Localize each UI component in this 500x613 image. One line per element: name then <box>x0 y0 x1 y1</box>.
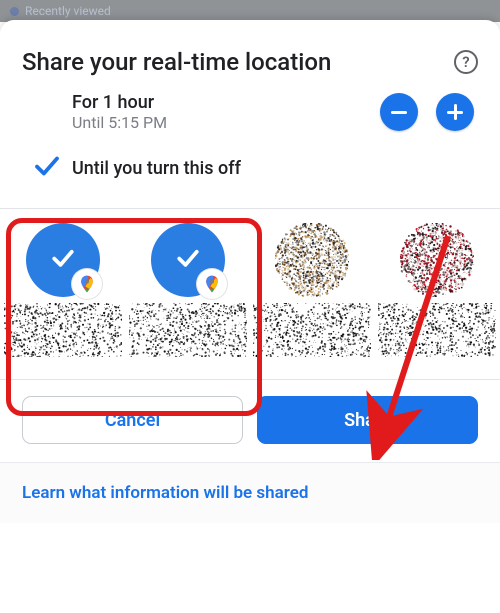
check-icon <box>32 151 62 185</box>
help-icon: ? <box>462 53 469 71</box>
duration-option-row[interactable]: For 1 hour Until 5:15 PM <box>0 84 500 140</box>
contact-item[interactable] <box>129 223 248 359</box>
recently-viewed-label: Recently viewed <box>25 4 111 18</box>
share-button[interactable]: Share <box>257 396 478 444</box>
help-button[interactable]: ? <box>454 50 478 74</box>
contact-name-redacted <box>253 303 372 359</box>
page-title: Share your real-time location <box>22 48 331 76</box>
share-button-label: Share <box>344 410 391 431</box>
cancel-button[interactable]: Cancel <box>22 396 243 444</box>
contacts-row <box>0 208 500 380</box>
obscured-background-bar: Recently viewed <box>0 0 500 22</box>
contact-item[interactable] <box>4 223 123 359</box>
check-icon <box>48 243 78 277</box>
cancel-button-label: Cancel <box>105 410 160 431</box>
google-maps-badge-icon <box>72 269 102 299</box>
duration-subtitle: Until 5:15 PM <box>72 113 380 132</box>
increase-duration-button[interactable] <box>436 93 474 131</box>
contact-name-redacted <box>378 303 497 359</box>
contact-name-redacted <box>129 303 248 359</box>
duration-title: For 1 hour <box>72 92 380 113</box>
contact-item[interactable] <box>253 223 372 359</box>
contact-avatar-redacted <box>275 223 349 297</box>
decrease-duration-button[interactable] <box>380 93 418 131</box>
google-maps-badge-icon <box>197 269 227 299</box>
map-pin-icon <box>10 7 19 16</box>
until-off-option-row[interactable]: Until you turn this off <box>0 140 500 196</box>
contact-item[interactable] <box>378 223 497 359</box>
until-off-label: Until you turn this off <box>72 158 478 179</box>
check-icon <box>173 243 203 277</box>
contact-name-redacted <box>4 303 123 359</box>
plus-icon-v <box>454 104 457 120</box>
learn-more-label: Learn what information will be shared <box>22 483 308 503</box>
contact-avatar-redacted <box>400 223 474 297</box>
learn-more-link[interactable]: Learn what information will be shared <box>0 462 500 523</box>
share-location-sheet: Share your real-time location ? For 1 ho… <box>0 20 500 613</box>
minus-icon <box>391 111 407 114</box>
